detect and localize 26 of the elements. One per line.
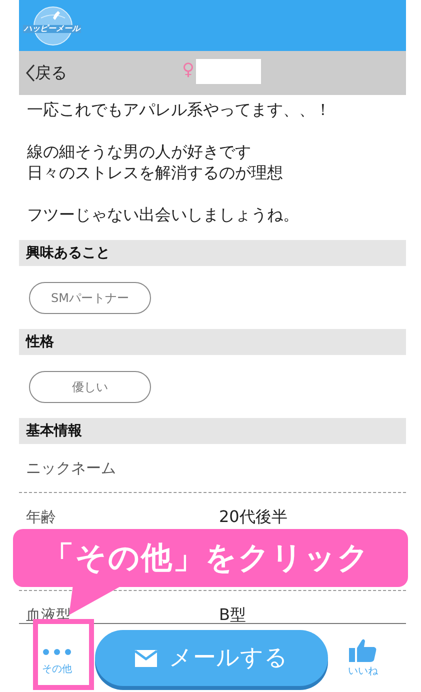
tag-chip[interactable]: 優しい xyxy=(29,370,151,402)
section-title: 性格 xyxy=(26,332,54,352)
thumbs-up-icon xyxy=(349,638,377,662)
info-value: B型 xyxy=(219,604,246,626)
mail-button[interactable]: メールする xyxy=(95,630,328,686)
like-button[interactable]: いいね xyxy=(338,638,388,678)
back-button[interactable]: 戻る xyxy=(19,61,67,85)
highlight-frame xyxy=(33,619,94,690)
gender-symbol: ♀ xyxy=(182,62,194,79)
profile-paragraph: フツーじゃない出会いしましょうね。 xyxy=(27,204,300,225)
section-title: 興味あること xyxy=(26,244,110,262)
envelope-icon xyxy=(135,650,157,666)
chevron-left-icon xyxy=(25,64,35,82)
more-button[interactable]: その他 xyxy=(19,624,95,692)
tag-chip[interactable]: SMパートナー xyxy=(29,282,151,314)
logo[interactable]: ハッピーメール xyxy=(24,2,80,48)
logo-text: ハッピーメール xyxy=(23,24,81,32)
callout-text: 「その他」をクリック xyxy=(43,538,370,578)
profile-paragraph: 一応これでもアパレル系やってます、、！ xyxy=(27,99,332,120)
profile-paragraph: 線の細そうな男の人が好きです 日々のストレスを解消するのが理想 xyxy=(27,141,284,183)
info-label: 年齢 xyxy=(26,506,57,528)
info-value: 20代後半 xyxy=(219,506,288,528)
section-title: 基本情報 xyxy=(26,422,82,440)
redaction-box xyxy=(196,59,261,84)
more-icon xyxy=(42,648,72,656)
info-label: ニックネーム xyxy=(26,458,117,479)
